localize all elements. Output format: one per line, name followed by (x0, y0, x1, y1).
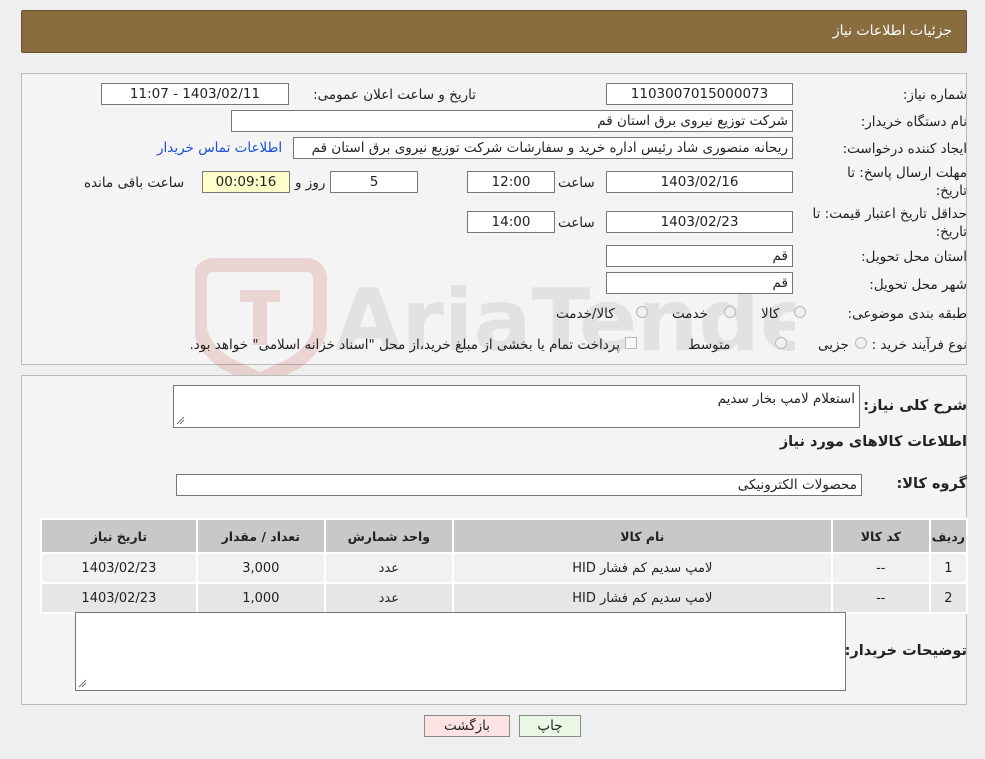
table-row: 2 -- لامپ سدیم کم فشار HID عدد 1,000 140… (40, 582, 969, 614)
contact-buyer-link[interactable]: اطلاعات تماس خریدار (157, 140, 282, 156)
deadline-label-date: تاریخ: (935, 183, 967, 199)
buyer-org-field: شرکت توزیع نیروی برق استان قم (231, 110, 793, 132)
deadline-time-label: ساعت (558, 175, 595, 191)
days-label: روز و (295, 175, 326, 191)
creator-label: ایجاد کننده درخواست: (842, 141, 967, 157)
print-button[interactable]: چاپ (519, 715, 581, 737)
cell-goods-name: لامپ سدیم کم فشار HID (451, 582, 833, 614)
days-field: 5 (330, 171, 418, 193)
validity-date-field: 1403/02/23 (606, 211, 793, 233)
col-quantity: تعداد / مقدار (195, 518, 326, 554)
cell-quantity: 1,000 (195, 582, 326, 614)
page-title: جزئیات اطلاعات نیاز (832, 23, 952, 39)
validity-time-field: 14:00 (467, 211, 555, 233)
col-unit: واحد شمارش (323, 518, 454, 554)
creator-field: ریحانه منصوری شاد رئیس اداره خرید و سفار… (293, 137, 793, 159)
resize-grip-icon[interactable] (176, 416, 185, 425)
col-goods-code: کد کالا (830, 518, 931, 554)
announce-label: تاریخ و ساعت اعلان عمومی: (313, 87, 476, 103)
page-header: جزئیات اطلاعات نیاز (21, 10, 967, 53)
cell-quantity: 3,000 (195, 552, 326, 584)
process-medium-radio[interactable] (775, 337, 787, 349)
validity-label-date: تاریخ: (935, 224, 967, 240)
deadline-time-field: 12:00 (467, 171, 555, 193)
process-label: نوع فرآیند خرید : (871, 337, 967, 353)
col-row-number: ردیف (928, 518, 969, 554)
province-field: قم (606, 245, 793, 267)
cell-unit: عدد (323, 582, 454, 614)
summary-text: استعلام لامپ بخار سدیم (717, 391, 855, 407)
cell-goods-code: -- (830, 582, 931, 614)
cell-goods-code: -- (830, 552, 931, 584)
summary-label: شرح کلی نیاز: (863, 398, 967, 414)
need-number-field: 1103007015000073 (606, 83, 793, 105)
category-goods-service-radio[interactable] (636, 306, 648, 318)
resize-grip-icon[interactable] (78, 679, 87, 688)
process-medium-label: متوسط (688, 337, 731, 353)
validity-time-label: ساعت (558, 215, 595, 231)
payment-note: پرداخت تمام یا بخشی از مبلغ خرید،از محل … (189, 337, 620, 353)
announce-field: 1403/02/11 - 11:07 (101, 83, 289, 105)
col-need-date: تاریخ نیاز (40, 518, 198, 554)
category-goods-service-label: کالا/خدمت (556, 306, 615, 322)
cell-unit: عدد (323, 552, 454, 584)
treasury-checkbox[interactable] (625, 337, 637, 349)
goods-info-title: اطلاعات کالاهای مورد نیاز (779, 434, 967, 450)
remaining-label: ساعت باقی مانده (84, 175, 185, 191)
remaining-time-field: 00:09:16 (202, 171, 290, 193)
process-minor-label: جزیی (818, 337, 849, 353)
summary-field: استعلام لامپ بخار سدیم (173, 385, 860, 428)
buyer-notes-field (75, 612, 846, 691)
cell-goods-name: لامپ سدیم کم فشار HID (451, 552, 833, 584)
category-goods-label: کالا (761, 306, 780, 322)
group-label: گروه کالا: (896, 476, 967, 492)
category-label: طبقه بندی موضوعی: (847, 306, 967, 322)
category-goods-radio[interactable] (794, 306, 806, 318)
process-minor-radio[interactable] (855, 337, 867, 349)
col-goods-name: نام کالا (451, 518, 833, 554)
category-service-label: خدمت (672, 306, 708, 322)
table-header-row: ردیف کد کالا نام کالا واحد شمارش تعداد /… (40, 518, 969, 554)
need-number-label: شماره نیاز: (902, 87, 967, 103)
table-row: 1 -- لامپ سدیم کم فشار HID عدد 3,000 140… (40, 552, 969, 584)
cell-need-date: 1403/02/23 (40, 552, 198, 584)
cell-row-number: 2 (928, 582, 969, 614)
category-service-radio[interactable] (724, 306, 736, 318)
deadline-label: مهلت ارسال پاسخ: تا (847, 165, 967, 181)
province-label: استان محل تحویل: (861, 249, 967, 265)
cell-need-date: 1403/02/23 (40, 582, 198, 614)
cell-row-number: 1 (928, 552, 969, 584)
goods-table: ردیف کد کالا نام کالا واحد شمارش تعداد /… (40, 518, 969, 614)
buyer-notes-label: توضیحات خریدار: (844, 643, 967, 659)
back-button[interactable]: بازگشت (424, 715, 510, 737)
city-label: شهر محل تحویل: (869, 277, 967, 293)
buyer-org-label: نام دستگاه خریدار: (860, 114, 967, 130)
city-field: قم (606, 272, 793, 294)
validity-label: حداقل تاریخ اعتبار قیمت: تا (812, 206, 967, 222)
deadline-date-field: 1403/02/16 (606, 171, 793, 193)
group-field: محصولات الکترونیکی (176, 474, 862, 496)
